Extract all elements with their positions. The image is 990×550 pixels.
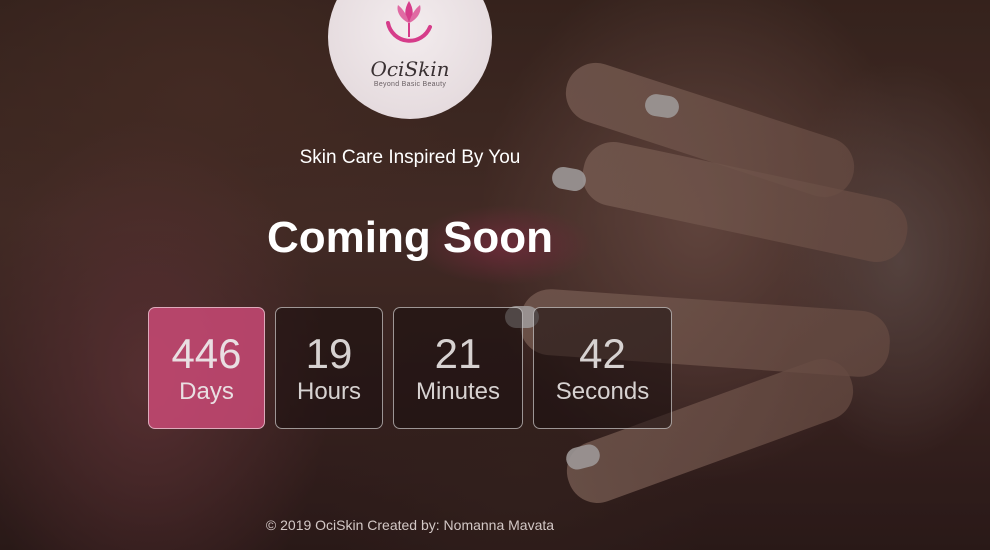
brand-tagline-small: Beyond Basic Beauty: [373, 81, 447, 88]
countdown-minutes-value: 21: [434, 330, 482, 377]
footer-credit: © 2019 OciSkin Created by: Nomanna Mavat…: [265, 517, 555, 533]
countdown-days-label: Days: [179, 378, 234, 405]
brand-name: OciSkin: [370, 57, 450, 81]
countdown-hours: 19 Hours: [275, 307, 383, 429]
countdown-hours-label: Hours: [296, 378, 362, 405]
countdown-seconds: 42 Seconds: [533, 307, 672, 429]
countdown-minutes-label: Minutes: [415, 378, 501, 405]
lotus-logo-icon: [386, 1, 432, 43]
countdown-seconds-value: 42: [579, 330, 626, 377]
countdown-days: 446 Days: [148, 307, 265, 429]
page-title: Coming Soon: [267, 213, 553, 262]
coming-soon-page: OciSkin Beyond Basic Beauty Skin Care In…: [0, 0, 990, 550]
hero-tagline: Skin Care Inspired By You: [299, 147, 521, 168]
countdown-days-value: 446: [171, 330, 242, 377]
countdown-hours-value: 19: [305, 330, 353, 377]
countdown-minutes: 21 Minutes: [393, 307, 523, 429]
background-overlay: [0, 0, 990, 550]
countdown-seconds-label: Seconds: [555, 378, 650, 405]
